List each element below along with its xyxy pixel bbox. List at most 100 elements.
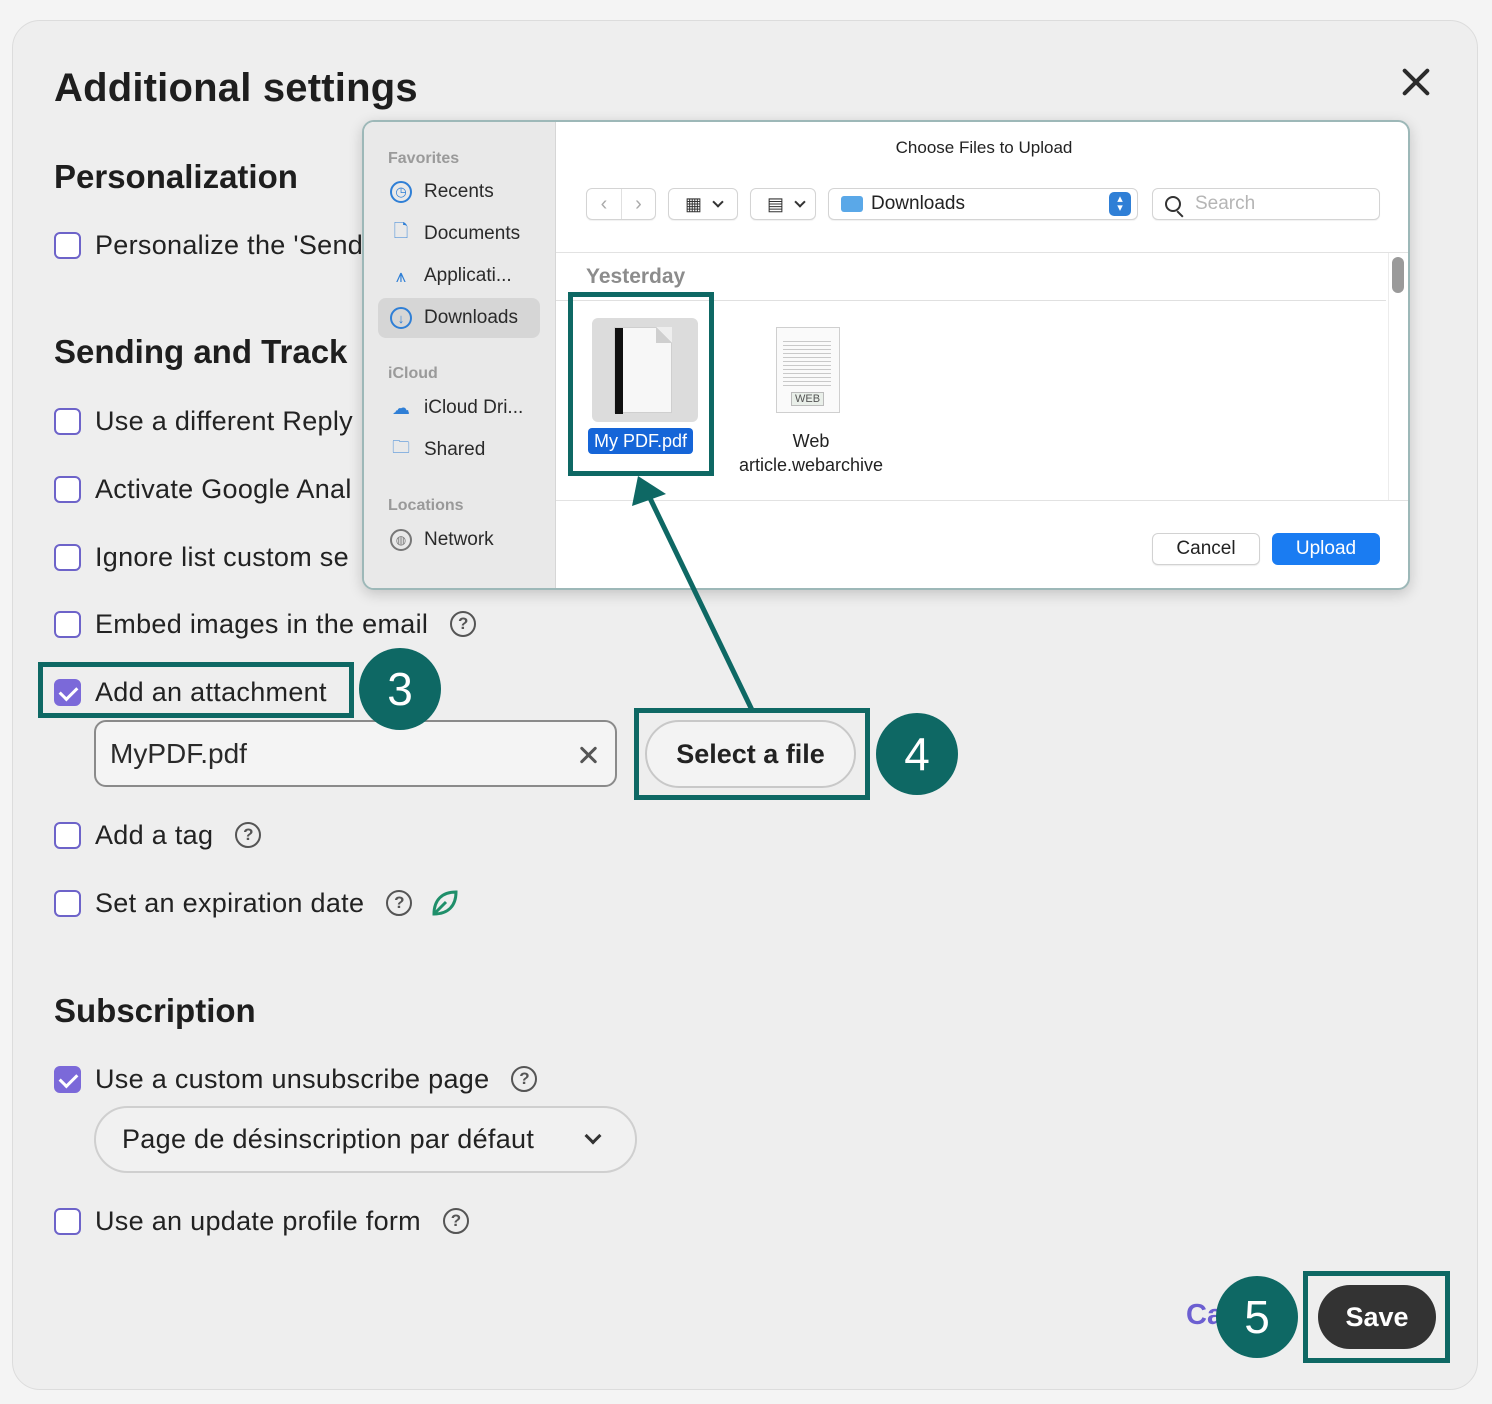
sidebar-item-applications[interactable]: ⩚ Applicati...: [378, 256, 540, 296]
chevron-down-icon: [794, 196, 806, 208]
dialog-sidebar: Favorites ◷ Recents 🗋 Documents ⩚ Applic…: [364, 122, 556, 588]
back-icon[interactable]: ‹: [587, 189, 621, 219]
sidebar-item-label: Applicati...: [424, 265, 512, 286]
option-add-tag[interactable]: Add a tag ?: [54, 815, 262, 855]
option-label: Embed images in the email: [95, 608, 429, 639]
file-browser: Yesterday My PDF.pdf WEB Web article.web…: [556, 252, 1408, 501]
option-label: Personalize the 'Send: [95, 229, 364, 260]
option-ignore-list[interactable]: Ignore list custom se: [54, 537, 349, 577]
select-value: Page de désinscription par défaut: [122, 1124, 535, 1154]
checkbox[interactable]: [54, 889, 81, 917]
option-reply-to[interactable]: Use a different Reply: [54, 401, 353, 441]
option-update-profile[interactable]: Use an update profile form ?: [54, 1201, 469, 1241]
option-google-analytics[interactable]: Activate Google Anal: [54, 469, 352, 509]
stepper-icon: ▴ ▾: [1109, 192, 1131, 216]
group-icon: ▤: [767, 193, 785, 214]
option-label: Use a different Reply: [95, 405, 353, 436]
upload-button[interactable]: Upload: [1272, 533, 1380, 565]
sidebar-item-shared[interactable]: 🗀 Shared: [378, 430, 540, 470]
nav-buttons: ‹ ›: [586, 188, 656, 220]
sidebar-item-downloads[interactable]: ↓ Downloads: [378, 298, 540, 338]
option-label: Add a tag: [95, 819, 214, 850]
location-label: Downloads: [871, 193, 965, 214]
option-label: Use a custom unsubscribe page: [95, 1063, 490, 1094]
option-add-attachment[interactable]: Add an attachment: [54, 672, 327, 712]
checkbox-checked[interactable]: [54, 678, 81, 706]
help-icon[interactable]: ?: [386, 890, 413, 916]
sidebar-item-documents[interactable]: 🗋 Documents: [378, 214, 540, 254]
step-badge-5: 5: [1216, 1276, 1298, 1358]
checkbox[interactable]: [54, 407, 81, 435]
help-icon[interactable]: ?: [511, 1066, 538, 1092]
checkbox-checked[interactable]: [54, 1065, 81, 1093]
location-select[interactable]: Downloads ▴ ▾: [828, 188, 1138, 220]
webarchive-file-icon[interactable]: WEB: [776, 327, 840, 413]
grid-view-icon: ▦: [685, 193, 703, 214]
scrollbar-thumb[interactable]: [1392, 257, 1404, 293]
sidebar-item-icloud-drive[interactable]: ☁ iCloud Dri...: [378, 388, 540, 428]
file-label-line: article.webarchive: [738, 455, 884, 475]
sidebar-header-favorites: Favorites: [388, 150, 460, 167]
shared-folder-icon: 🗀: [392, 437, 410, 457]
file-label-line: Web: [792, 431, 830, 451]
file-label-pdf[interactable]: My PDF.pdf: [588, 428, 694, 454]
sidebar-header-locations: Locations: [388, 497, 464, 514]
applications-icon: ⩚: [395, 265, 407, 286]
checkbox[interactable]: [54, 821, 81, 849]
checkbox[interactable]: [54, 1207, 81, 1235]
help-icon[interactable]: ?: [450, 611, 477, 637]
web-tag: WEB: [791, 392, 825, 406]
checkbox[interactable]: [54, 543, 81, 571]
option-personalize[interactable]: Personalize the 'Send: [54, 225, 363, 265]
section-personalization: Personalization: [54, 158, 298, 195]
sidebar-item-network[interactable]: ◍ Network: [378, 520, 540, 560]
option-label: Use an update profile form: [95, 1205, 421, 1236]
group-by-button[interactable]: ▤: [750, 188, 816, 220]
modal-title: Additional settings: [54, 66, 418, 110]
clear-icon[interactable]: [577, 744, 599, 766]
chevron-down-icon: [712, 196, 724, 208]
step-badge-3: 3: [359, 648, 441, 730]
attachment-input[interactable]: MyPDF.pdf: [94, 720, 617, 787]
chevron-down-icon: [584, 1127, 602, 1145]
clock-icon: ◷: [390, 181, 412, 203]
leaf-icon: [432, 890, 458, 916]
doc-lines: [783, 338, 831, 386]
checkbox[interactable]: [54, 475, 81, 503]
section-sending-tracking: Sending and Track: [54, 333, 348, 370]
section-subscription: Subscription: [54, 992, 256, 1029]
divider: [556, 300, 1386, 301]
dialog-cancel-button[interactable]: Cancel: [1152, 533, 1260, 565]
option-custom-unsubscribe[interactable]: Use a custom unsubscribe page ?: [54, 1059, 538, 1099]
sidebar-item-label: iCloud Dri...: [424, 397, 524, 418]
option-expiration-date[interactable]: Set an expiration date ?: [54, 883, 460, 923]
help-icon[interactable]: ?: [235, 822, 262, 848]
file-label-webarchive[interactable]: Web article.webarchive: [716, 429, 906, 477]
close-icon[interactable]: [1396, 62, 1436, 102]
save-button[interactable]: Save: [1318, 1285, 1436, 1349]
sidebar-header-icloud: iCloud: [388, 365, 438, 382]
sidebar-item-recents[interactable]: ◷ Recents: [378, 172, 540, 212]
select-file-button[interactable]: Select a file: [645, 720, 856, 788]
globe-icon: ◍: [390, 529, 412, 551]
group-header-yesterday: Yesterday: [586, 265, 686, 288]
sidebar-item-label: Recents: [424, 181, 494, 202]
dialog-footer: Cancel Upload: [556, 500, 1408, 588]
sidebar-item-label: Network: [424, 529, 494, 550]
checkbox[interactable]: [54, 610, 81, 638]
search-icon: [1165, 196, 1181, 212]
dialog-title: Choose Files to Upload: [895, 138, 1073, 157]
option-label: Set an expiration date: [95, 887, 365, 918]
pdf-file-icon: [614, 327, 672, 414]
unsubscribe-page-select[interactable]: Page de désinscription par défaut: [94, 1106, 637, 1173]
help-icon[interactable]: ?: [442, 1208, 469, 1234]
checkbox[interactable]: [54, 231, 81, 259]
document-icon: 🗋: [393, 221, 409, 241]
sidebar-item-label: Documents: [424, 223, 521, 244]
scrollbar-track: [1388, 253, 1389, 501]
dialog-search-field[interactable]: Search: [1152, 188, 1380, 220]
forward-icon[interactable]: ›: [621, 189, 655, 219]
option-embed-images[interactable]: Embed images in the email ?: [54, 604, 477, 644]
view-mode-button[interactable]: ▦: [668, 188, 738, 220]
search-placeholder: Search: [1195, 193, 1256, 214]
